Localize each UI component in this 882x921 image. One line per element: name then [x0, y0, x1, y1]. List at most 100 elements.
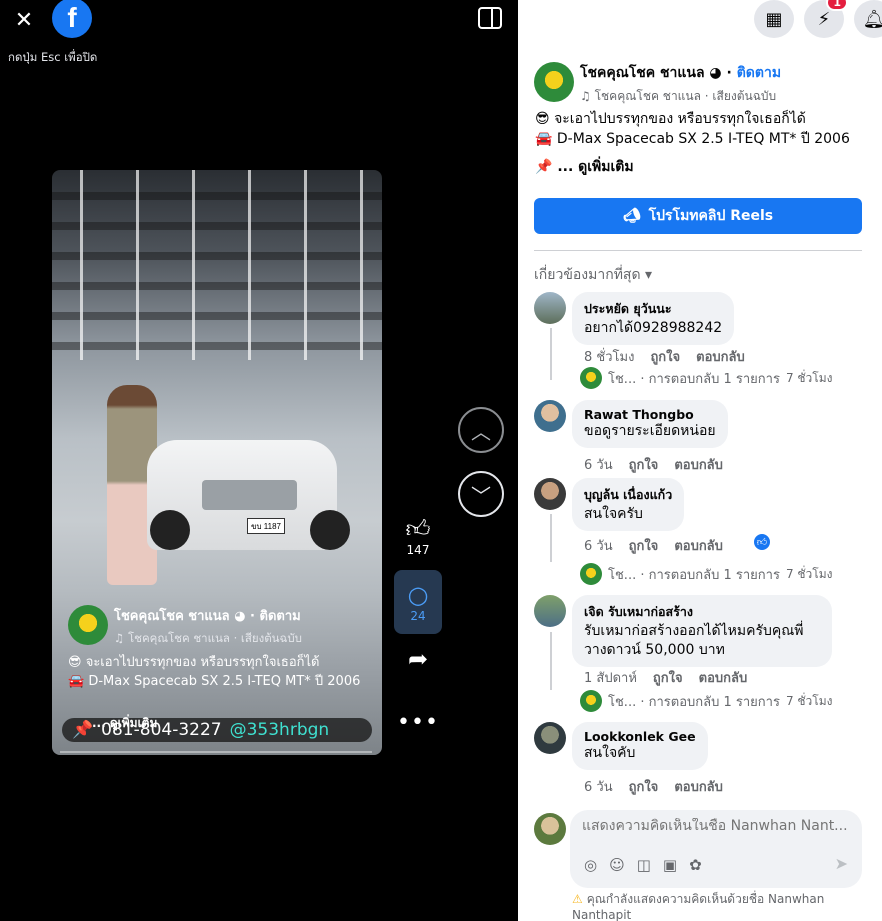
- comment-like-button[interactable]: ถูกใจ: [629, 454, 659, 475]
- video-page-name[interactable]: โชคคุณโชค ชาแนล: [114, 609, 230, 624]
- license-plate: ขบ 1187: [247, 518, 285, 534]
- view-replies-link[interactable]: โช... · การตอบกลับ 1 รายการ 7 ชั่วโมง: [580, 690, 832, 712]
- like-button[interactable]: 👍︎ 147: [394, 515, 442, 557]
- comment-like-button[interactable]: ถูกใจ: [629, 776, 659, 797]
- page-name-row[interactable]: โชคคุณโชค ชาแนล ◕ · ติดตาม: [580, 62, 781, 84]
- reply-avatar: [580, 367, 602, 389]
- previous-reel-chevron-up-icon[interactable]: ︿: [458, 407, 504, 453]
- post-header: โชคคุณโชค ชาแนล ◕ · ติดตาม ♫ โชคคุณโชค ช…: [534, 62, 781, 106]
- gif-icon[interactable]: ▣: [663, 856, 677, 874]
- comment-input[interactable]: [582, 818, 852, 834]
- commenter-name[interactable]: เจิด รับเหมาก่อสร้าง: [584, 602, 820, 622]
- video-progress-bar[interactable]: [60, 751, 372, 753]
- comment-item: เจิด รับเหมาก่อสร้าง รับเหมาก่อสร้างออกไ…: [534, 595, 832, 667]
- caret-down-icon: ▾: [645, 267, 653, 283]
- like-reaction-icon[interactable]: 👍︎: [753, 533, 771, 551]
- comment-reply-button[interactable]: ตอบกลับ: [674, 454, 723, 475]
- video-line-id: @353hrbgn: [229, 720, 330, 740]
- comment-time[interactable]: 6 วัน: [584, 454, 613, 475]
- video-see-more[interactable]: ... ดูเพิ่มเติม: [92, 714, 157, 733]
- post-caption-line2: D-Max Spacecab SX 2.5 I-TEQ MT* ปี 2006: [556, 131, 850, 147]
- page-avatar[interactable]: [68, 605, 108, 645]
- comment-like-button[interactable]: ถูกใจ: [653, 667, 683, 688]
- globe-icon: ◕: [709, 65, 722, 81]
- video-page-name-row[interactable]: โชคคุณโชค ชาแนล ◕ · ติดตาม: [114, 605, 302, 626]
- facebook-logo-icon[interactable]: f: [52, 0, 92, 38]
- music-note-icon: ♫: [114, 631, 125, 645]
- page-name[interactable]: โชคคุณโชค ชาแนล: [580, 65, 705, 81]
- audio-row[interactable]: ♫ โชคคุณโชค ชาแนล · เสียงต้นฉบับ: [580, 87, 781, 106]
- pin-emoji-icon: 📌: [535, 159, 553, 175]
- thumbs-up-icon: 👍︎: [405, 515, 431, 543]
- like-count: 147: [406, 543, 430, 557]
- reply-time: 7 ชั่วโมง: [785, 693, 833, 708]
- view-replies-link[interactable]: โช... · การตอบกลับ 1 รายการ 7 ชั่วโมง: [580, 367, 832, 389]
- video-ceiling-lights: [52, 170, 382, 360]
- video-follow-link[interactable]: ติดตาม: [260, 609, 301, 624]
- comment-reply-button[interactable]: ตอบกลับ: [699, 667, 748, 688]
- comment-bubble: Lookkonlek Gee สนใจคับ: [572, 722, 708, 770]
- page-avatar[interactable]: [534, 62, 574, 102]
- current-user-avatar[interactable]: [534, 813, 566, 845]
- comment-reply-button[interactable]: ตอบกลับ: [674, 535, 723, 556]
- sticker-icon[interactable]: ✿: [689, 856, 702, 874]
- video-wheel-left: [150, 510, 190, 550]
- post-caption-line1: จะเอาไปบรรทุกของ หรือบรรทุกใจเธอก็ได้: [554, 111, 806, 127]
- video-caption-line1: จะเอาไปบรรทุกของ หรือบรรทุกใจเธอก็ได้: [85, 655, 320, 670]
- view-replies-link[interactable]: โช... · การตอบกลับ 1 รายการ 7 ชั่วโมง: [580, 563, 832, 585]
- camera-icon[interactable]: ◫: [637, 856, 651, 874]
- comment-bubble: Rawat Thongbo ขอดูรายระเอียดหน่อย: [572, 400, 728, 448]
- commenter-name[interactable]: Lookkonlek Gee: [584, 729, 696, 744]
- close-icon[interactable]: ✕: [10, 6, 38, 34]
- commenter-avatar[interactable]: [534, 722, 566, 754]
- next-reel-chevron-down-icon[interactable]: ﹀: [458, 471, 504, 517]
- comment-like-button[interactable]: ถูกใจ: [650, 346, 680, 367]
- comment-actions: 1 สัปดาห์ ถูกใจ ตอบกลับ: [584, 667, 747, 688]
- sidebar-toggle-icon[interactable]: [478, 7, 502, 29]
- comment-bubble-icon: ○: [407, 581, 429, 609]
- comment-like-button[interactable]: ถูกใจ: [629, 535, 659, 556]
- video-caption-line2: D-Max Spacecab SX 2.5 I-TEQ MT* ปี 2006: [88, 674, 361, 689]
- send-icon[interactable]: ➤: [835, 854, 848, 873]
- commenter-avatar[interactable]: [534, 595, 566, 627]
- commenting-as-text: คุณกำลังแสดงความคิดเห็นด้วยชื่อ Nanwhan …: [572, 892, 825, 921]
- comment-actions: 6 วัน ถูกใจ ตอบกลับ: [584, 776, 723, 797]
- comment-reply-button[interactable]: ตอบกลับ: [696, 346, 745, 367]
- video-wheel-right: [310, 510, 350, 550]
- promote-reels-button[interactable]: 📣︎ โปรโมทคลิป Reels: [534, 198, 862, 234]
- comment-item: Lookkonlek Gee สนใจคับ: [534, 722, 708, 770]
- comment-reply-button[interactable]: ตอบกลับ: [674, 776, 723, 797]
- comment-sort-dropdown[interactable]: เกี่ยวข้องมากที่สุด ▾: [534, 264, 652, 286]
- video-audio-row[interactable]: ♫ โชคคุณโชค ชาแนล · เสียงต้นฉบับ: [114, 630, 302, 648]
- menu-grid-icon[interactable]: ▦: [754, 0, 794, 38]
- more-options-icon[interactable]: •••: [394, 710, 442, 735]
- commenter-avatar[interactable]: [534, 400, 566, 432]
- reply-summary: โช... · การตอบกลับ 1 รายการ: [608, 694, 780, 710]
- reply-time: 7 ชั่วโมง: [785, 370, 833, 385]
- follow-link[interactable]: ติดตาม: [737, 65, 781, 81]
- comment-time[interactable]: 8 ชั่วโมง: [584, 346, 634, 367]
- car-emoji-icon: 🚘: [68, 674, 85, 689]
- avatar-sticker-icon[interactable]: ◎: [584, 856, 597, 874]
- emoji-icon[interactable]: ☺: [609, 856, 625, 874]
- commenter-avatar[interactable]: [534, 292, 566, 324]
- details-panel: ▦ ⚡ 1 🔔︎ โชคคุณโชค ชาแนล ◕ · ติดตาม ♫ โชค…: [518, 0, 882, 921]
- comment-button[interactable]: ○ 24: [394, 570, 442, 634]
- cool-face-emoji-icon: 😎: [68, 655, 82, 670]
- see-more-link[interactable]: 📌 ... ดูเพิ่มเติม: [535, 156, 634, 178]
- reel-video[interactable]: ขบ 1187 โชคคุณโชค ชาแนล ◕ · ติดตาม ♫ โชค…: [52, 170, 382, 755]
- commenter-avatar[interactable]: [534, 478, 566, 510]
- commenting-as-notice: ⚠ คุณกำลังแสดงความคิดเห็นด้วยชื่อ Nanwhan…: [572, 891, 862, 921]
- post-caption: 😎 จะเอาไปบรรทุกของ หรือบรรทุกใจเธอก็ได้ …: [535, 109, 865, 149]
- share-button[interactable]: ➦: [394, 645, 442, 673]
- comment-time[interactable]: 6 วัน: [584, 535, 613, 556]
- comment-time[interactable]: 6 วัน: [584, 776, 613, 797]
- commenter-name[interactable]: Rawat Thongbo: [584, 407, 716, 422]
- see-more-label[interactable]: ... ดูเพิ่มเติม: [557, 159, 633, 175]
- commenter-name[interactable]: ประหยัด ยุวันนะ: [584, 299, 722, 319]
- comment-actions: 8 ชั่วโมง ถูกใจ ตอบกลับ: [584, 346, 745, 367]
- commenter-name[interactable]: บุญล้น เนื่องแก้ว: [584, 485, 672, 505]
- messenger-icon[interactable]: ⚡ 1: [804, 0, 848, 38]
- comment-time[interactable]: 1 สัปดาห์: [584, 667, 637, 688]
- notifications-bell-icon[interactable]: 🔔︎: [854, 0, 882, 38]
